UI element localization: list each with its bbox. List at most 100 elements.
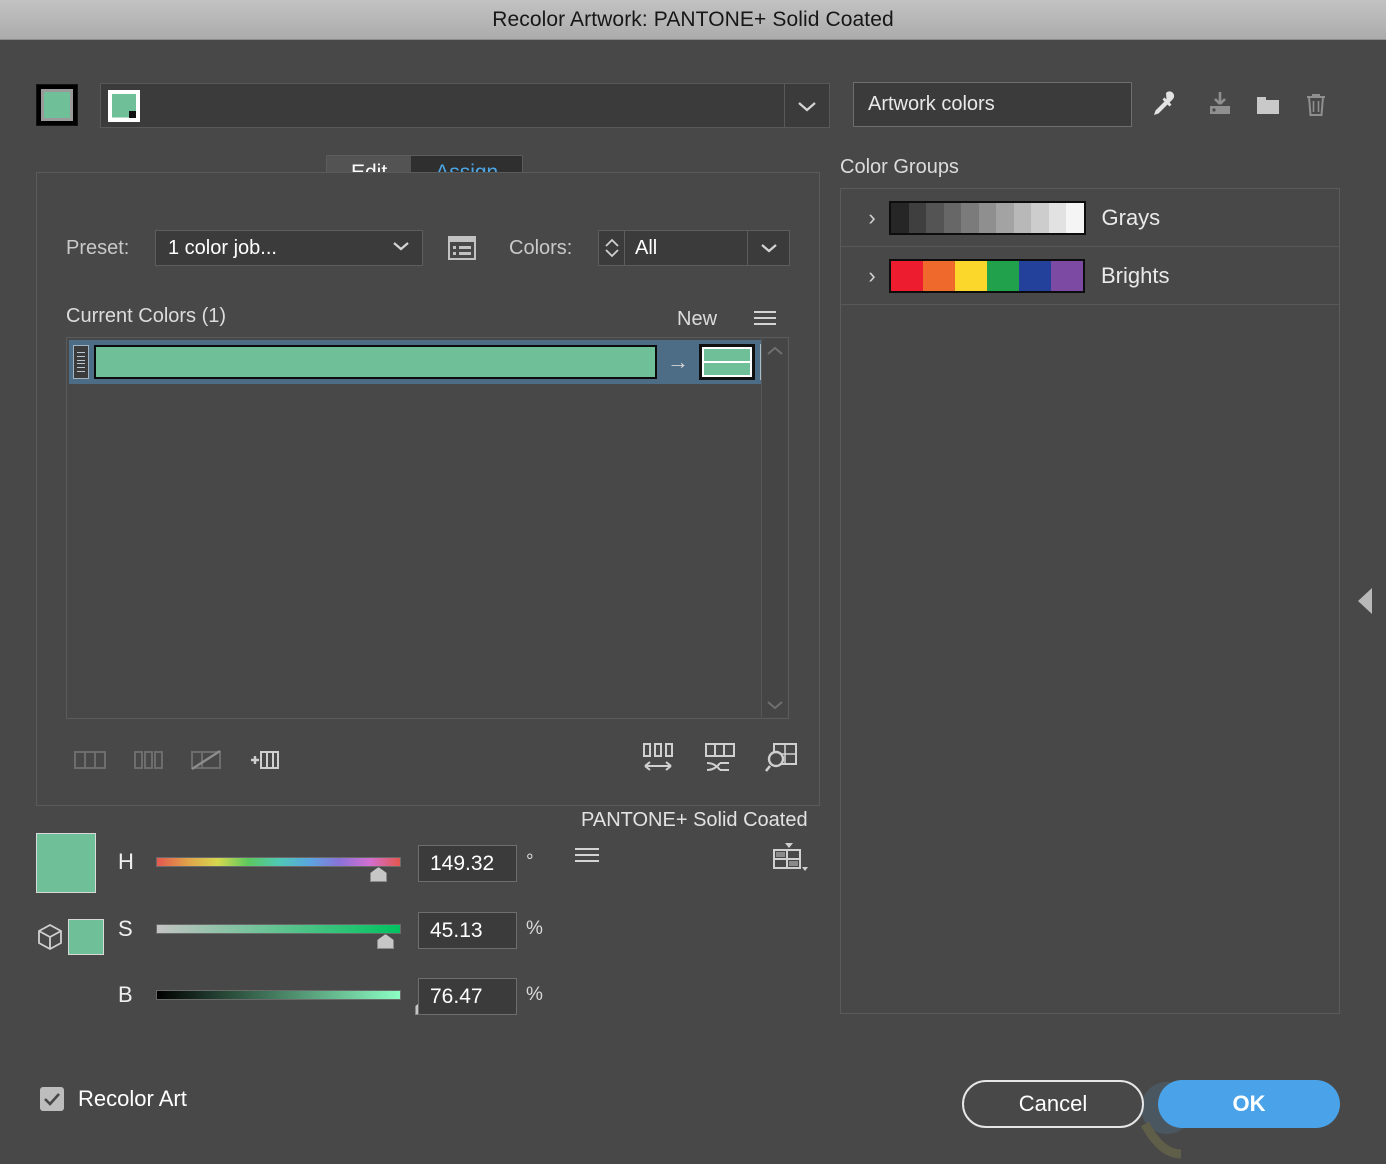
color-swatch[interactable] <box>1051 260 1083 291</box>
recolor-art-checkbox-group[interactable]: Recolor Art <box>40 1086 187 1112</box>
color-swatch[interactable] <box>1031 202 1049 233</box>
color-group-field[interactable] <box>100 83 830 128</box>
ok-button[interactable]: OK <box>1158 1080 1340 1128</box>
hue-input[interactable]: 149.32 <box>418 845 517 882</box>
color-swatch[interactable] <box>978 202 996 233</box>
color-swatch[interactable] <box>1013 202 1031 233</box>
color-preview-large <box>36 833 96 893</box>
color-group-name: Grays <box>1101 204 1161 230</box>
saturation-input[interactable]: 45.13 <box>418 912 517 949</box>
colors-dropdown-button[interactable] <box>747 231 789 265</box>
arrow-right-icon: → <box>667 349 689 374</box>
saturation-slider-track[interactable] <box>156 924 401 934</box>
color-model-icon[interactable] <box>36 922 64 952</box>
chevron-down-icon <box>760 244 777 253</box>
folder-icon <box>1257 97 1279 114</box>
color-groups-title: Color Groups <box>840 156 959 178</box>
randomize-colors-button[interactable] <box>702 740 738 776</box>
color-groups-panel: › Grays › Brights <box>840 188 1340 1014</box>
color-model-menu-button[interactable] <box>573 845 601 867</box>
colors-label: Colors: <box>509 237 573 259</box>
color-swatch[interactable] <box>1019 260 1051 291</box>
panel-collapse-handle[interactable] <box>1358 588 1372 614</box>
color-swatch[interactable] <box>926 202 944 233</box>
colors-value: All <box>635 236 658 259</box>
new-color-group-button[interactable] <box>1248 84 1288 124</box>
color-swatch[interactable] <box>923 260 955 291</box>
hue-slider-thumb[interactable] <box>370 867 387 882</box>
slider-label-b: B <box>118 982 133 1007</box>
hue-unit: ° <box>526 851 534 872</box>
scroll-down-icon[interactable] <box>765 699 785 711</box>
trash-icon <box>1307 94 1325 116</box>
color-swatch[interactable] <box>1066 202 1084 233</box>
checkmark-icon <box>44 1093 60 1106</box>
brightness-input[interactable]: 76.47 <box>418 978 517 1015</box>
title-bar: Recolor Artwork: PANTONE+ Solid Coated <box>0 0 1386 40</box>
delete-color-group-button[interactable] <box>1296 84 1336 124</box>
color-group-row-grays[interactable]: › Grays <box>841 189 1339 247</box>
eyedropper-button[interactable] <box>1142 84 1182 124</box>
row-drag-handle[interactable] <box>73 345 89 379</box>
shuffle-icon <box>705 743 735 771</box>
chevron-right-icon[interactable]: › <box>855 263 889 289</box>
hue-slider-track[interactable] <box>156 857 401 867</box>
chevron-down-icon <box>604 249 619 258</box>
current-colors-menu-button[interactable] <box>752 308 778 330</box>
separate-colors-button[interactable] <box>130 742 166 778</box>
color-swatch[interactable] <box>987 260 1019 291</box>
color-swatch[interactable] <box>943 202 961 233</box>
color-order-button[interactable] <box>640 740 676 776</box>
color-group-name: Brights <box>1101 262 1170 288</box>
new-color-swatch[interactable] <box>699 344 755 380</box>
artwork-colors-field[interactable]: Artwork colors <box>853 82 1132 127</box>
chevron-right-icon[interactable]: › <box>855 205 889 231</box>
assign-panel-tools-right <box>640 740 800 776</box>
brightness-slider-track[interactable] <box>156 990 401 1000</box>
color-swatch[interactable] <box>908 202 926 233</box>
color-group-swatch-strip[interactable] <box>889 200 1086 235</box>
assign-panel-tools-left <box>72 742 282 778</box>
add-row-button[interactable] <box>246 742 282 778</box>
brightness-unit: % <box>526 984 543 1005</box>
color-model-label: PANTONE+ Solid Coated <box>581 809 808 831</box>
preset-select[interactable]: 1 color job... <box>155 230 423 266</box>
recolor-art-checkbox[interactable] <box>40 1087 64 1111</box>
cancel-button[interactable]: Cancel <box>962 1080 1144 1128</box>
slider-label-h: H <box>118 849 134 874</box>
colors-stepper[interactable]: All <box>598 230 790 266</box>
hamburger-menu-icon <box>575 848 599 862</box>
color-swatch[interactable] <box>891 202 909 233</box>
colors-stepper-arrows[interactable] <box>599 231 625 265</box>
split-columns-icon <box>134 751 163 769</box>
hamburger-menu-icon <box>754 311 776 325</box>
scroll-up-icon[interactable] <box>765 345 785 357</box>
preset-value: 1 color job... <box>168 236 277 259</box>
chevron-up-icon <box>604 238 619 247</box>
color-swatch[interactable] <box>955 260 987 291</box>
merge-colors-button[interactable] <box>72 742 108 778</box>
color-library-button[interactable] <box>768 840 808 874</box>
color-group-row-brights[interactable]: › Brights <box>841 247 1339 305</box>
save-color-group-button[interactable] <box>1200 84 1240 124</box>
current-color-swatch[interactable] <box>94 345 657 379</box>
exclude-color-button[interactable] <box>188 742 224 778</box>
color-swatch[interactable] <box>1048 202 1066 233</box>
color-swatch[interactable] <box>891 260 923 291</box>
current-colors-scrollbar[interactable] <box>761 339 787 717</box>
color-reduction-options-button[interactable] <box>444 231 480 265</box>
eyedropper-icon <box>1154 91 1175 115</box>
table-row[interactable]: → <box>69 340 786 384</box>
active-color-button[interactable] <box>36 84 78 126</box>
color-swatch[interactable] <box>996 202 1014 233</box>
swatch-corner-marker <box>129 110 136 118</box>
preview-colors-button[interactable] <box>764 740 800 776</box>
recolor-artwork-dialog: Recolor Artwork: PANTONE+ Solid Coated A… <box>0 0 1386 1164</box>
color-group-dropdown-button[interactable] <box>784 84 829 127</box>
saturation-slider-thumb[interactable] <box>377 934 394 949</box>
color-group-swatch-strip[interactable] <box>889 258 1085 293</box>
reorder-columns-icon <box>643 743 673 771</box>
color-preview-small <box>68 919 104 955</box>
color-swatch[interactable] <box>961 202 979 233</box>
active-color-swatch <box>41 89 73 121</box>
